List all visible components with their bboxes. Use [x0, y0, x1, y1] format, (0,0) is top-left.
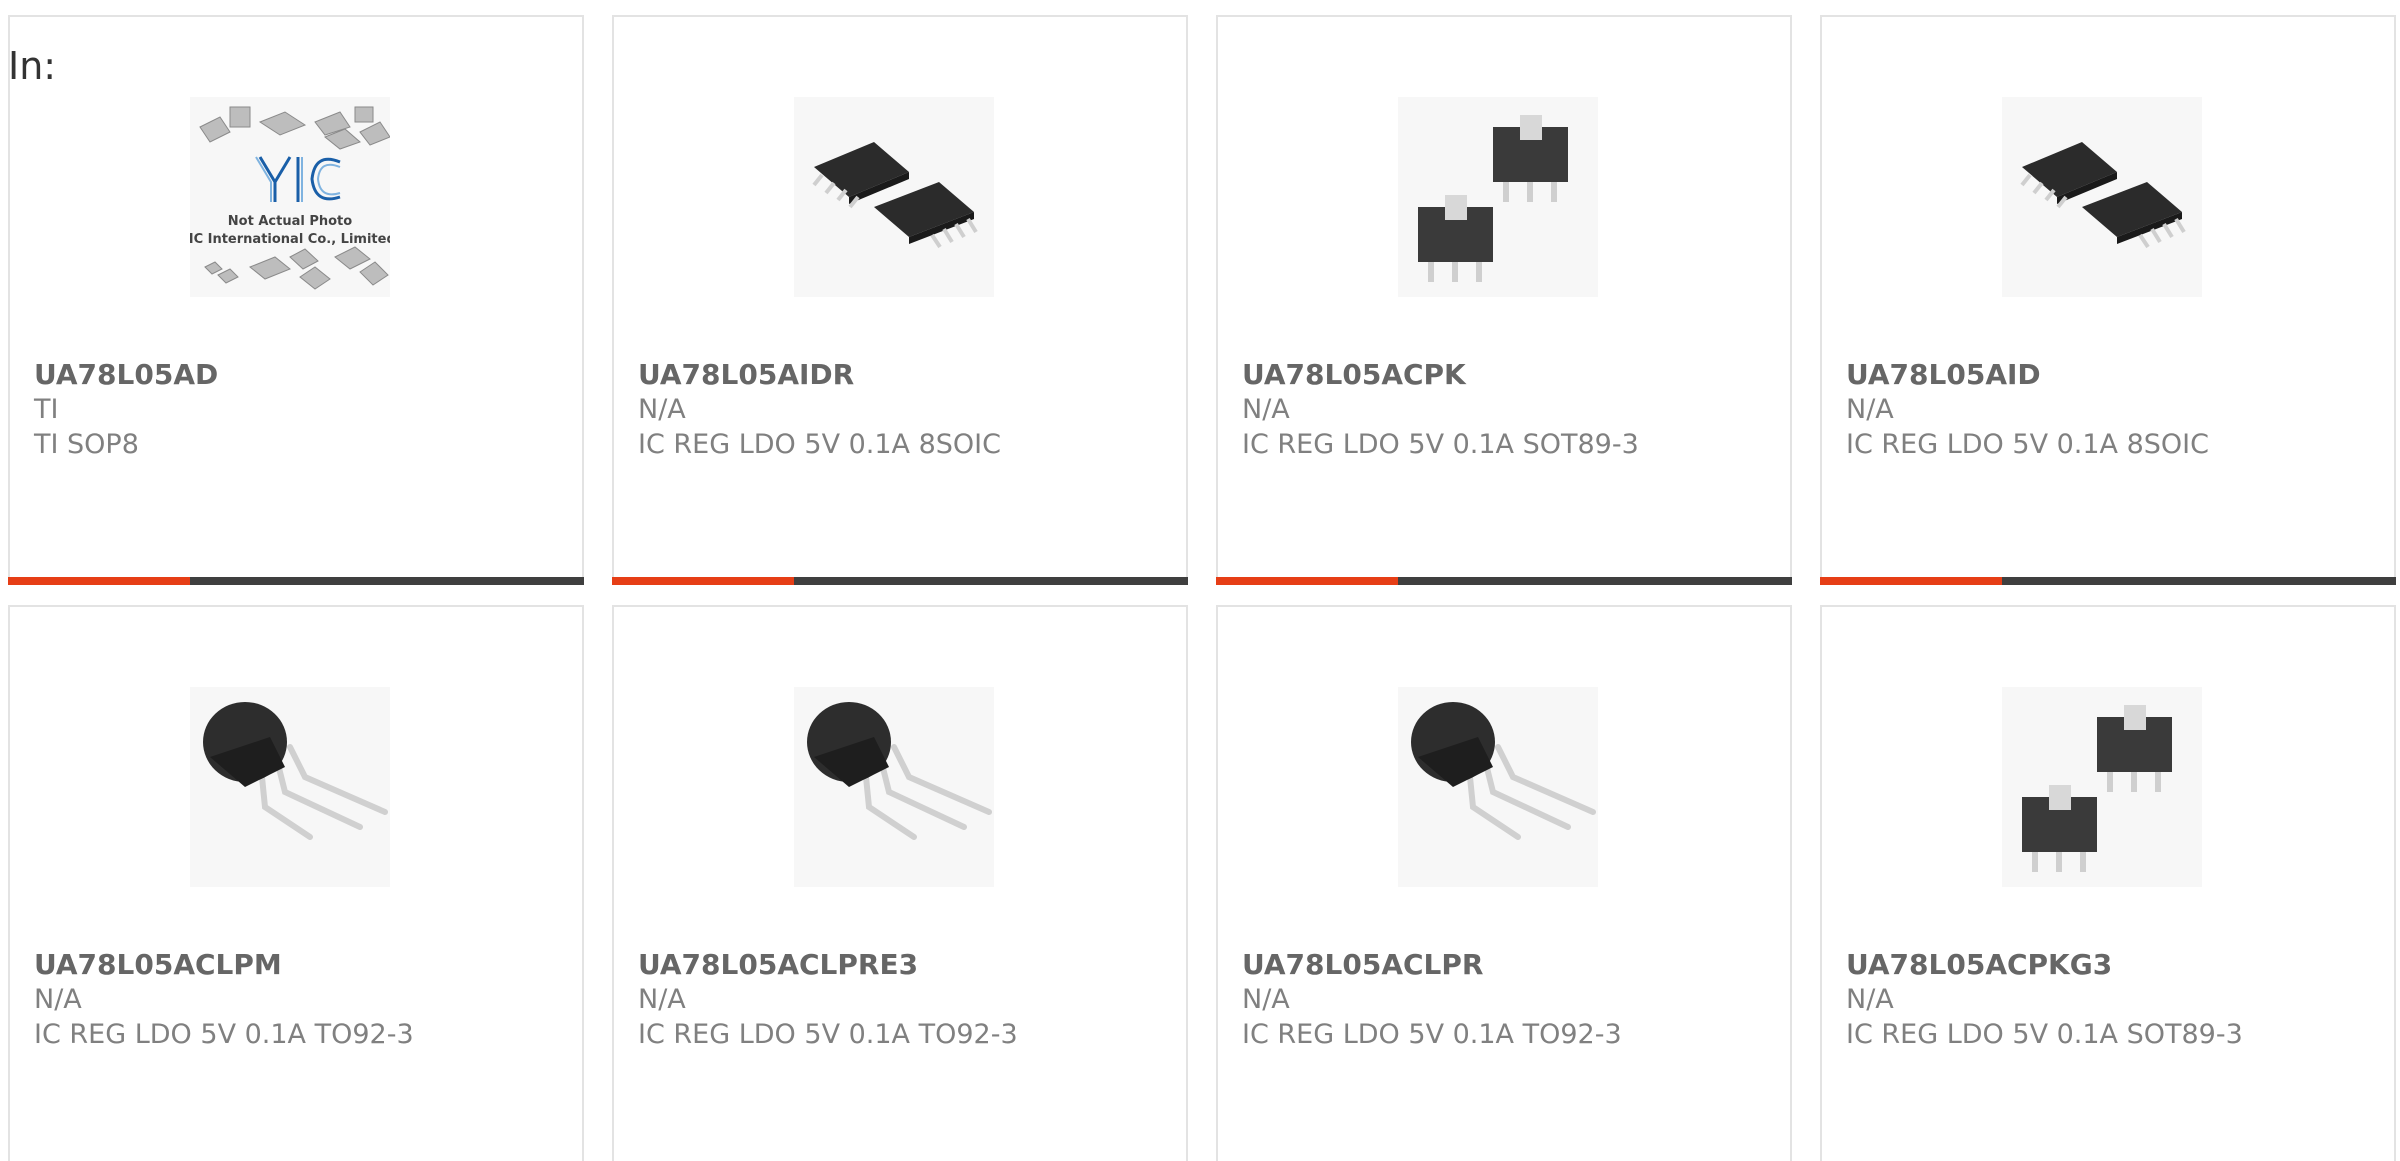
product-info: UA78L05ACPKG3 N/A IC REG LDO 5V 0.1A SOT…	[1846, 947, 2374, 1052]
part-number[interactable]: UA78L05ACLPRE3	[638, 947, 1166, 982]
product-image	[1398, 97, 1598, 297]
card-bar-accent	[1216, 577, 1398, 585]
product-info: UA78L05ACLPRE3 N/A IC REG LDO 5V 0.1A TO…	[638, 947, 1166, 1052]
product-card[interactable]: UA78L05ACLPRE3 N/A IC REG LDO 5V 0.1A TO…	[612, 605, 1188, 1161]
filter-label: In:	[8, 44, 57, 88]
product-info: UA78L05ACLPR N/A IC REG LDO 5V 0.1A TO92…	[1242, 947, 1770, 1052]
manufacturer: N/A	[638, 984, 686, 1015]
to92-transistor-icon	[203, 702, 388, 840]
soic8-chip-icon	[812, 142, 978, 249]
description: IC REG LDO 5V 0.1A TO92-3	[638, 1019, 1018, 1050]
product-info: UA78L05ACLPM N/A IC REG LDO 5V 0.1A TO92…	[34, 947, 562, 1052]
part-number[interactable]: UA78L05AIDR	[638, 357, 1166, 392]
product-card[interactable]: UA78L05ACLPM N/A IC REG LDO 5V 0.1A TO92…	[8, 605, 584, 1161]
description: IC REG LDO 5V 0.1A SOT89-3	[1242, 429, 1639, 460]
svg-text:YIC International Co., Limited: YIC International Co., Limited.	[190, 232, 390, 247]
product-card[interactable]: UA78L05ACPK N/A IC REG LDO 5V 0.1A SOT89…	[1216, 15, 1792, 585]
manufacturer: N/A	[1242, 984, 1290, 1015]
part-number[interactable]: UA78L05ACPKG3	[1846, 947, 2374, 982]
card-bar	[8, 577, 584, 585]
yic-placeholder-icon: Not Actual Photo YIC International Co., …	[190, 106, 390, 290]
manufacturer: N/A	[1846, 394, 1894, 425]
description: TI SOP8	[34, 429, 139, 460]
part-number[interactable]: UA78L05AD	[34, 357, 562, 392]
product-card[interactable]: UA78L05ACPKG3 N/A IC REG LDO 5V 0.1A SOT…	[1820, 605, 2396, 1161]
product-image: Not Actual Photo YIC International Co., …	[190, 97, 390, 297]
product-image	[2002, 687, 2202, 887]
description: IC REG LDO 5V 0.1A SOT89-3	[1846, 1019, 2243, 1050]
manufacturer: TI	[34, 394, 59, 425]
product-info: UA78L05AID N/A IC REG LDO 5V 0.1A 8SOIC	[1846, 357, 2374, 462]
to92-transistor-icon	[807, 702, 992, 840]
description: IC REG LDO 5V 0.1A TO92-3	[1242, 1019, 1622, 1050]
manufacturer: N/A	[34, 984, 82, 1015]
product-grid-page: In: Not Actual Photo YIC International C…	[0, 0, 2400, 1161]
sot89-chip-icon	[1418, 115, 1568, 282]
product-info: UA78L05AIDR N/A IC REG LDO 5V 0.1A 8SOIC	[638, 357, 1166, 462]
product-card[interactable]: UA78L05AID N/A IC REG LDO 5V 0.1A 8SOIC	[1820, 15, 2396, 585]
part-number[interactable]: UA78L05AID	[1846, 357, 2374, 392]
product-card[interactable]: UA78L05AIDR N/A IC REG LDO 5V 0.1A 8SOIC	[612, 15, 1188, 585]
product-image	[2002, 97, 2202, 297]
product-info: UA78L05AD TI TI SOP8	[34, 357, 562, 462]
svg-text:Not Actual Photo: Not Actual Photo	[228, 214, 352, 229]
part-number[interactable]: UA78L05ACLPM	[34, 947, 562, 982]
manufacturer: N/A	[1242, 394, 1290, 425]
product-image	[794, 687, 994, 887]
product-image	[794, 97, 994, 297]
manufacturer: N/A	[638, 394, 686, 425]
to92-transistor-icon	[1411, 702, 1596, 840]
product-image	[190, 687, 390, 887]
manufacturer: N/A	[1846, 984, 1894, 1015]
soic8-chip-icon	[2020, 142, 2186, 249]
product-card[interactable]: UA78L05ACLPR N/A IC REG LDO 5V 0.1A TO92…	[1216, 605, 1792, 1161]
part-number[interactable]: UA78L05ACLPR	[1242, 947, 1770, 982]
card-bar	[1216, 577, 1792, 585]
part-number[interactable]: UA78L05ACPK	[1242, 357, 1770, 392]
description: IC REG LDO 5V 0.1A TO92-3	[34, 1019, 414, 1050]
card-bar-accent	[612, 577, 794, 585]
card-bar	[1820, 577, 2396, 585]
description: IC REG LDO 5V 0.1A 8SOIC	[638, 429, 1001, 460]
description: IC REG LDO 5V 0.1A 8SOIC	[1846, 429, 2209, 460]
sot89-chip-icon	[2022, 705, 2172, 872]
card-bar-accent	[8, 577, 190, 585]
card-bar	[612, 577, 1188, 585]
product-card[interactable]: Not Actual Photo YIC International Co., …	[8, 15, 584, 585]
product-info: UA78L05ACPK N/A IC REG LDO 5V 0.1A SOT89…	[1242, 357, 1770, 462]
product-image	[1398, 687, 1598, 887]
card-bar-accent	[1820, 577, 2002, 585]
